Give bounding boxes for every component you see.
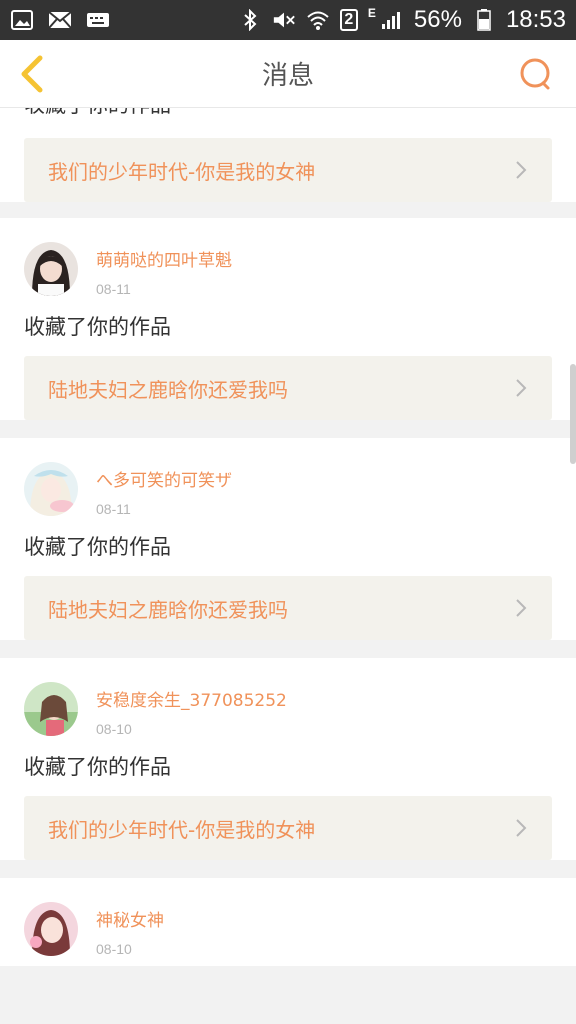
work-title: 我们的少年时代-你是我的女神 — [48, 159, 316, 184]
work-title: 我们的少年时代-你是我的女神 — [48, 817, 316, 842]
user-name[interactable]: へ多可笑的可笑ザ — [96, 466, 232, 491]
user-name[interactable]: 萌萌哒的四叶草魁 — [96, 246, 232, 271]
message-date: 08-11 — [96, 501, 131, 517]
mute-icon — [272, 10, 296, 30]
mail-icon — [48, 10, 72, 30]
message-card: 收藏了你的作品 我们的少年时代-你是我的女神 — [0, 108, 576, 202]
message-date: 08-11 — [96, 281, 131, 297]
wifi-icon — [306, 10, 330, 30]
avatar[interactable] — [24, 902, 78, 956]
image-icon — [10, 10, 34, 30]
network-type: E — [367, 6, 376, 20]
search-button[interactable] — [518, 56, 554, 92]
chevron-right-icon — [516, 599, 527, 617]
message-card: へ多可笑的可笑ザ 08-11 收藏了你的作品 陆地夫妇之鹿晗你还爱我吗 — [0, 438, 576, 640]
search-icon — [520, 58, 550, 90]
clock: 18:53 — [505, 6, 566, 33]
action-text: 收藏了你的作品 — [24, 108, 171, 124]
work-link[interactable]: 我们的少年时代-你是我的女神 — [24, 796, 552, 860]
chevron-right-icon — [516, 819, 527, 837]
work-link[interactable]: 我们的少年时代-你是我的女神 — [24, 138, 552, 202]
page-title: 消息 — [261, 61, 314, 91]
message-card: 神秘女神 08-10 — [0, 878, 576, 966]
work-link[interactable]: 陆地夫妇之鹿晗你还爱我吗 — [24, 576, 552, 640]
user-name[interactable]: 安稳度余生_377085252 — [96, 686, 287, 711]
work-title: 陆地夫妇之鹿晗你还爱我吗 — [48, 597, 288, 622]
keyboard-icon — [86, 10, 110, 30]
user-row: 萌萌哒的四叶草魁 08-11 — [24, 218, 552, 306]
battery-percent: 56% — [413, 6, 462, 33]
action-text: 收藏了你的作品 — [24, 755, 171, 779]
action-text: 收藏了你的作品 — [24, 535, 171, 559]
work-link[interactable]: 陆地夫妇之鹿晗你还爱我吗 — [24, 356, 552, 420]
message-date: 08-10 — [96, 941, 132, 957]
nav-bar: 消息 — [0, 40, 576, 108]
chevron-right-icon — [516, 379, 527, 397]
avatar[interactable] — [24, 462, 78, 516]
battery-icon — [472, 9, 496, 31]
chevron-right-icon — [516, 161, 527, 179]
bluetooth-icon — [238, 9, 262, 31]
user-name[interactable]: 神秘女神 — [96, 906, 164, 931]
status-bar: 2 E 56% 18:53 — [0, 0, 576, 40]
back-button[interactable] — [14, 52, 50, 96]
user-row: へ多可笑的可笑ザ 08-11 — [24, 438, 552, 526]
scrollbar[interactable] — [570, 364, 576, 464]
action-text: 收藏了你的作品 — [24, 315, 171, 339]
work-title: 陆地夫妇之鹿晗你还爱我吗 — [48, 377, 288, 402]
sim-badge: 2 — [339, 9, 358, 31]
user-row: 神秘女神 08-10 — [24, 878, 552, 966]
message-date: 08-10 — [96, 721, 132, 737]
avatar[interactable] — [24, 242, 78, 296]
message-card: 萌萌哒的四叶草魁 08-11 收藏了你的作品 陆地夫妇之鹿晗你还爱我吗 — [0, 218, 576, 420]
user-row: 安稳度余生_377085252 08-10 — [24, 658, 552, 746]
message-list: 收藏了你的作品 我们的少年时代-你是我的女神 萌萌哒的四叶草魁 08-11 收藏… — [0, 108, 576, 1024]
message-card: 安稳度余生_377085252 08-10 收藏了你的作品 我们的少年时代-你是… — [0, 658, 576, 860]
partial-action-row: 收藏了你的作品 — [24, 108, 552, 124]
signal-icon — [380, 10, 404, 30]
back-chevron-icon — [21, 55, 43, 93]
avatar[interactable] — [24, 682, 78, 736]
